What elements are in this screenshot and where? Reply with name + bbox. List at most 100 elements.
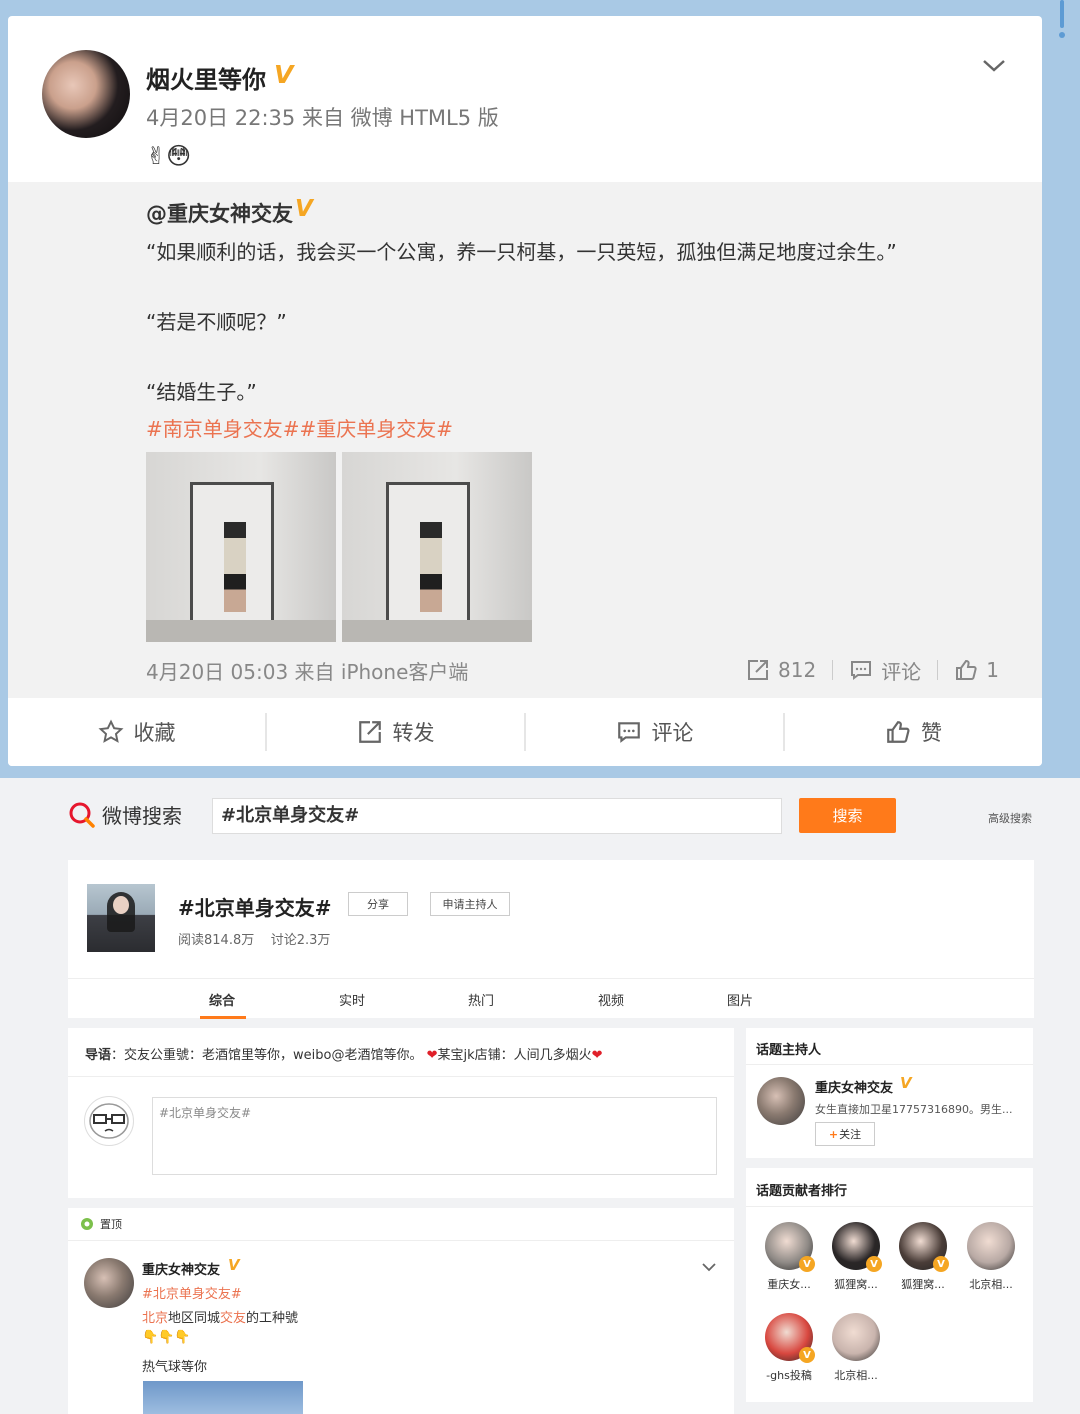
contributor-item[interactable]: 北京相... [823,1313,889,1383]
chevron-down-icon[interactable] [700,1260,718,1274]
tab-hot[interactable]: 热门 [451,990,511,1009]
contributor-item[interactable]: V 狐狸窝... [890,1222,956,1292]
divider [746,1064,1033,1065]
tab-images[interactable]: 图片 [710,990,770,1009]
host-name[interactable]: 重庆女神交友 [815,1077,893,1096]
thumbs-up-icon [887,721,910,743]
scroll-indicator [1048,0,1080,60]
reposted-text-line: “如果顺利的话，我会买一个公寓，养一只柯基，一只英短，孤独但满足地度过余生。” [146,240,897,264]
post-image[interactable] [143,1381,303,1414]
topic-stats: 阅读814.8万 讨论2.3万 [178,929,330,948]
contributor-avatar[interactable] [967,1222,1015,1270]
chevron-down-icon[interactable] [980,52,1008,80]
tab-video[interactable]: 视频 [581,990,641,1009]
verified-badge-icon: V [933,1256,949,1272]
comment-button[interactable]: 评论 [526,713,783,751]
comment-icon [851,661,872,680]
hashtag-links[interactable]: #南京单身交友##重庆单身交友# [146,413,453,442]
topic-title: #北京单身交友# [178,896,332,920]
post-text: 热气球等你 [142,1360,208,1375]
search-logo-icon [69,802,95,828]
verified-badge-icon: V [295,196,313,222]
active-tab-indicator [200,1016,246,1019]
apply-host-button[interactable]: 申请主持人 [430,892,510,916]
post-author-avatar[interactable] [84,1258,134,1308]
verified-badge-icon: V [228,1256,240,1274]
plus-icon: + [828,1127,839,1141]
post-meta: 4月20日 22:35 来自 微博 HTML5 版 [146,106,499,130]
reposted-stats: 812 评论 1 [746,656,999,684]
contributor-name[interactable]: -ghs投稿 [756,1367,822,1383]
topic-cover-image [87,884,155,952]
contributor-name[interactable]: 狐狸窝... [823,1276,889,1292]
follow-button[interactable]: + 关注 [815,1122,875,1146]
author-name[interactable]: 烟火里等你 [146,60,266,95]
divider [68,1240,734,1241]
host-panel-title: 话题主持人 [756,1043,822,1058]
share-icon [748,660,768,680]
post-action-bar: 收藏 转发 评论 赞 [8,698,1042,766]
contributor-avatar[interactable]: V [832,1222,882,1272]
post-photo[interactable] [342,452,532,642]
contributor-name[interactable]: 北京相... [823,1367,889,1383]
verified-badge-icon: V [799,1256,815,1272]
contributor-item[interactable]: V -ghs投稿 [756,1313,822,1383]
repost-count[interactable]: 812 [746,658,816,682]
forward-button[interactable]: 转发 [267,713,524,751]
contributor-avatar[interactable]: V [899,1222,949,1272]
read-count: 阅读814.8万 [178,933,255,948]
divider [746,1206,1033,1207]
heart-icon: ❤ [591,1048,603,1063]
heart-icon: ❤ [426,1048,438,1063]
weibo-search-logo[interactable]: 微博搜索 [68,800,182,829]
cartoon-face-icon [89,1103,129,1139]
post-photo[interactable] [146,452,336,642]
favorite-button[interactable]: 收藏 [8,713,265,751]
thumbs-up-icon [956,659,977,680]
contributor-name[interactable]: 北京相... [958,1276,1024,1292]
verified-badge-icon: V [900,1074,912,1092]
comment-icon [617,722,640,743]
star-icon [97,719,124,743]
reposted-text-line: “若是不顺呢？” [146,310,287,334]
post-author-name[interactable]: 重庆女神交友 [142,1259,220,1278]
topic-guide: 导语：交友公重號：老酒馆里等你，weibo@老酒馆等你。 ❤某宝jk店铺：人间几… [85,1048,603,1063]
contributor-avatar[interactable]: V [765,1313,815,1363]
like-button[interactable]: 赞 [785,713,1042,751]
post-emoji: ✌😳 [146,142,192,170]
verified-badge-icon: V [799,1347,815,1363]
compose-textarea[interactable]: #北京单身交友# [152,1097,717,1175]
pin-icon [81,1218,93,1230]
reposted-time: 4月20日 05:03 来自 iPhone客户端 [146,660,469,684]
post-emoji: 👇👇👇 [142,1330,191,1345]
reposted-text-line: “结婚生子。” [146,380,257,404]
advanced-search-link[interactable]: 高级搜索 [988,810,1032,826]
comment-count[interactable]: 评论 [849,656,921,685]
contributor-item[interactable]: V 重庆女... [756,1222,822,1292]
contributor-name[interactable]: 狐狸窝... [890,1276,956,1292]
verified-badge-icon: V [274,60,294,89]
contributor-item[interactable]: V 狐狸窝... [823,1222,889,1292]
author-avatar[interactable] [42,50,130,138]
share-icon [358,721,381,743]
tab-comprehensive[interactable]: 综合 [192,990,252,1009]
host-avatar[interactable] [757,1077,805,1125]
tab-realtime[interactable]: 实时 [322,990,382,1009]
like-count[interactable]: 1 [954,658,999,682]
contributor-item[interactable]: 北京相... [958,1222,1024,1292]
host-description: 女生直接加卫星17757316890。男生... [815,1103,1013,1116]
share-button[interactable]: 分享 [348,892,408,916]
contributor-avatar[interactable]: V [765,1222,815,1272]
post-hashtag[interactable]: #北京单身交友# [142,1283,242,1302]
divider [68,978,1034,979]
search-button[interactable]: 搜索 [799,798,896,833]
reposted-author[interactable]: @重庆女神交友 [146,198,293,228]
post-text: 北京地区同城交友的工种號 [142,1311,299,1326]
contributor-avatar[interactable] [832,1313,880,1361]
weibo-post-card: 烟火里等你 V 4月20日 22:35 来自 微博 HTML5 版 ✌😳 @重庆… [8,16,1042,766]
search-input[interactable]: #北京单身交友# [212,798,782,834]
ranking-title: 话题贡献者排行 [756,1184,848,1199]
current-user-avatar [84,1096,134,1146]
contributor-name[interactable]: 重庆女... [756,1276,822,1292]
pinned-label: 置顶 [80,1216,122,1232]
